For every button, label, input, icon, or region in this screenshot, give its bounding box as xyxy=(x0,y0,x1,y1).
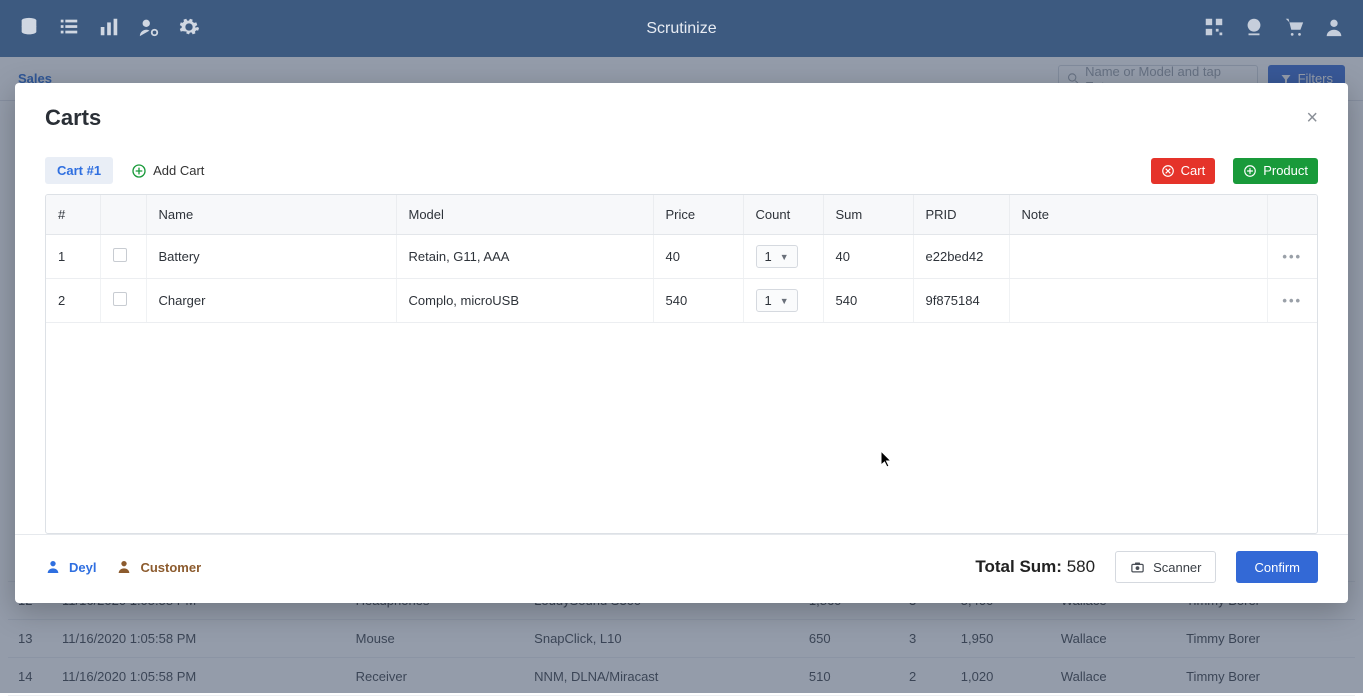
close-icon[interactable]: × xyxy=(1306,108,1318,128)
app-header: Scrutinize xyxy=(0,0,1363,57)
cart-row[interactable]: 1 Battery Retain, G11, AAA 40 1▼ 40 e22b… xyxy=(46,235,1317,279)
list-icon[interactable] xyxy=(58,16,80,41)
row-actions-icon[interactable]: ••• xyxy=(1282,249,1302,264)
scanner-icon xyxy=(1130,560,1145,575)
row-checkbox[interactable] xyxy=(113,292,127,306)
col-prid[interactable]: PRID xyxy=(913,195,1009,235)
row-actions-icon[interactable]: ••• xyxy=(1282,293,1302,308)
plus-circle-icon xyxy=(1243,164,1257,178)
plus-circle-icon xyxy=(131,163,147,179)
user-icon[interactable] xyxy=(1323,16,1345,41)
col-model[interactable]: Model xyxy=(396,195,653,235)
col-actions xyxy=(1267,195,1317,235)
header-left-icons xyxy=(18,16,200,41)
col-count[interactable]: Count xyxy=(743,195,823,235)
header-right-icons xyxy=(1203,16,1345,41)
col-sum[interactable]: Sum xyxy=(823,195,913,235)
col-note[interactable]: Note xyxy=(1009,195,1267,235)
database-icon[interactable] xyxy=(18,16,40,41)
col-checkbox[interactable] xyxy=(100,195,146,235)
add-product-button[interactable]: Product xyxy=(1233,158,1318,184)
mouse-cursor-icon xyxy=(880,450,894,472)
customer-chip[interactable]: Customer xyxy=(116,559,201,575)
customer-icon xyxy=(116,559,132,575)
user-settings-icon[interactable] xyxy=(138,16,160,41)
cart-icon[interactable] xyxy=(1283,16,1305,41)
scanner-button[interactable]: Scanner xyxy=(1115,551,1216,583)
col-index[interactable]: # xyxy=(46,195,100,235)
modal-title: Carts xyxy=(45,105,101,131)
row-checkbox[interactable] xyxy=(113,248,127,262)
cart-row[interactable]: 2 Charger Complo, microUSB 540 1▼ 540 9f… xyxy=(46,279,1317,323)
col-price[interactable]: Price xyxy=(653,195,743,235)
money-icon[interactable] xyxy=(1243,16,1265,41)
add-cart-button[interactable]: Add Cart xyxy=(131,163,204,179)
seller-chip[interactable]: Deyl xyxy=(45,559,96,575)
cart-table: # Name Model Price Count Sum PRID Note 1… xyxy=(45,194,1318,534)
cart-delete-button[interactable]: Cart xyxy=(1151,158,1216,184)
confirm-button[interactable]: Confirm xyxy=(1236,551,1318,583)
carts-modal: Carts × Cart #1 Add Cart Cart Product # … xyxy=(15,83,1348,603)
count-select[interactable]: 1▼ xyxy=(756,245,798,268)
chart-icon[interactable] xyxy=(98,16,120,41)
seller-icon xyxy=(45,559,61,575)
total-sum: Total Sum: 580 xyxy=(975,557,1095,577)
x-circle-icon xyxy=(1161,164,1175,178)
app-title: Scrutinize xyxy=(646,20,716,38)
col-name[interactable]: Name xyxy=(146,195,396,235)
qr-icon[interactable] xyxy=(1203,16,1225,41)
gear-icon[interactable] xyxy=(178,16,200,41)
cart-tab-1[interactable]: Cart #1 xyxy=(45,157,113,184)
count-select[interactable]: 1▼ xyxy=(756,289,798,312)
